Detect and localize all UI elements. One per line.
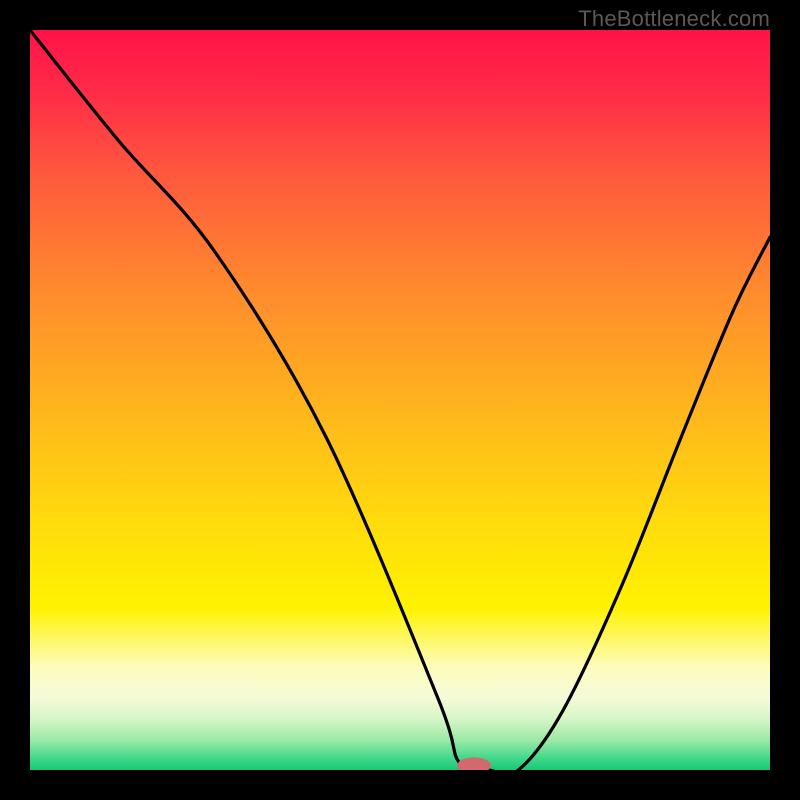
plot-area bbox=[30, 30, 770, 770]
gradient-background bbox=[30, 30, 770, 770]
bottleneck-chart-svg bbox=[30, 30, 770, 770]
watermark-text: TheBottleneck.com bbox=[578, 6, 770, 32]
chart-frame: TheBottleneck.com bbox=[0, 0, 800, 800]
